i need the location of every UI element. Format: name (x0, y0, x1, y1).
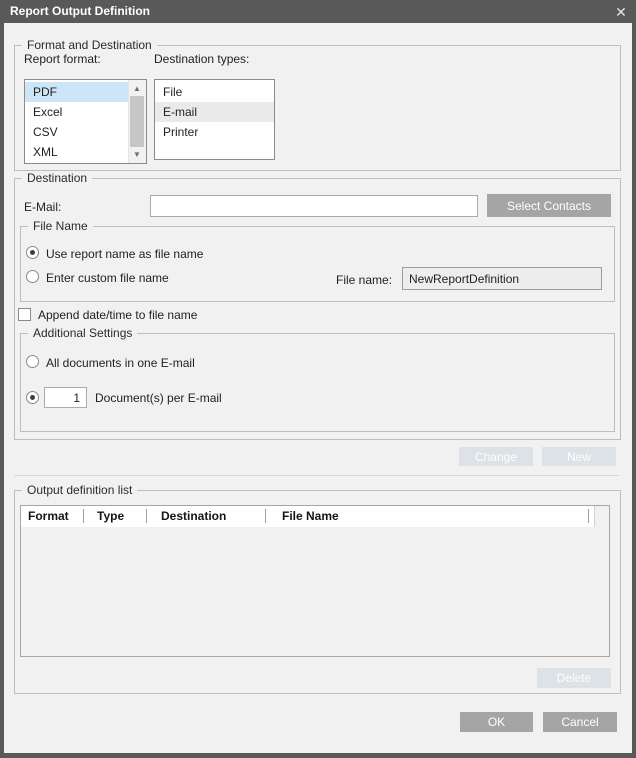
email-input[interactable] (150, 195, 478, 217)
column-header-destination[interactable]: Destination (161, 506, 226, 526)
group-label: File Name (28, 219, 93, 234)
destination-types-list[interactable]: File E-mail Printer (154, 79, 275, 160)
list-item-excel[interactable]: Excel (25, 102, 128, 122)
ok-button[interactable]: OK (460, 712, 533, 732)
all-documents-label: All documents in one E-mail (46, 356, 195, 370)
group-file-name: File Name (20, 226, 615, 302)
dialog-content: Format and Destination Report format: De… (4, 23, 632, 753)
use-report-name-radio[interactable] (26, 246, 39, 259)
group-label: Additional Settings (28, 326, 137, 341)
report-format-list[interactable]: PDF Excel CSV XML ▲ ▼ (24, 79, 147, 164)
append-datetime-checkbox[interactable] (18, 308, 31, 321)
column-separator[interactable] (588, 509, 589, 523)
use-report-name-label: Use report name as file name (46, 247, 203, 261)
column-separator[interactable] (146, 509, 147, 523)
output-definition-table[interactable]: Format Type Destination File Name (20, 505, 610, 657)
section-divider (14, 475, 619, 476)
list-item-printer[interactable]: Printer (155, 122, 274, 142)
delete-button[interactable]: Delete (537, 668, 611, 688)
column-header-type[interactable]: Type (97, 506, 124, 526)
append-datetime-label: Append date/time to file name (38, 308, 197, 322)
group-additional-settings: Additional Settings (20, 333, 615, 432)
destination-types-label: Destination types: (154, 52, 249, 66)
scrollbar-thumb[interactable] (130, 96, 144, 147)
list-item-email[interactable]: E-mail (155, 102, 274, 122)
group-label: Format and Destination (22, 38, 157, 53)
title-bar: Report Output Definition ✕ (0, 0, 636, 23)
column-separator[interactable] (83, 509, 84, 523)
file-name-input[interactable] (402, 267, 602, 290)
list-item-xml[interactable]: XML (25, 142, 128, 162)
scroll-down-icon[interactable]: ▼ (129, 147, 145, 162)
email-label: E-Mail: (24, 200, 61, 214)
dialog-title: Report Output Definition (10, 0, 150, 23)
new-button[interactable]: New (542, 447, 616, 466)
report-format-items: PDF Excel CSV XML (25, 80, 128, 163)
enter-custom-name-label: Enter custom file name (46, 271, 169, 285)
all-documents-radio[interactable] (26, 355, 39, 368)
report-format-scrollbar[interactable]: ▲ ▼ (128, 80, 146, 163)
report-output-definition-dialog: Report Output Definition ✕ Format and De… (0, 0, 636, 758)
documents-per-email-label: Document(s) per E-mail (95, 391, 222, 405)
documents-per-email-input[interactable] (44, 387, 87, 408)
column-header-file-name[interactable]: File Name (282, 506, 339, 526)
column-separator[interactable] (265, 509, 266, 523)
list-item-file[interactable]: File (155, 82, 274, 102)
select-contacts-button[interactable]: Select Contacts (487, 194, 611, 217)
table-body-empty (21, 527, 609, 656)
change-button[interactable]: Change (459, 447, 533, 466)
close-icon[interactable]: ✕ (612, 3, 630, 21)
enter-custom-name-radio[interactable] (26, 270, 39, 283)
column-header-format[interactable]: Format (28, 506, 69, 526)
cancel-button[interactable]: Cancel (543, 712, 617, 732)
report-format-label: Report format: (24, 52, 101, 66)
group-label: Destination (22, 171, 92, 186)
destination-type-items: File E-mail Printer (155, 80, 274, 159)
file-name-label: File name: (336, 273, 392, 287)
table-scrollbar-strip (594, 506, 609, 527)
list-item-csv[interactable]: CSV (25, 122, 128, 142)
list-item-pdf[interactable]: PDF (25, 82, 128, 102)
documents-per-email-radio[interactable] (26, 391, 39, 404)
scroll-up-icon[interactable]: ▲ (129, 81, 145, 96)
group-label: Output definition list (22, 483, 137, 498)
table-header-row: Format Type Destination File Name (21, 506, 595, 528)
